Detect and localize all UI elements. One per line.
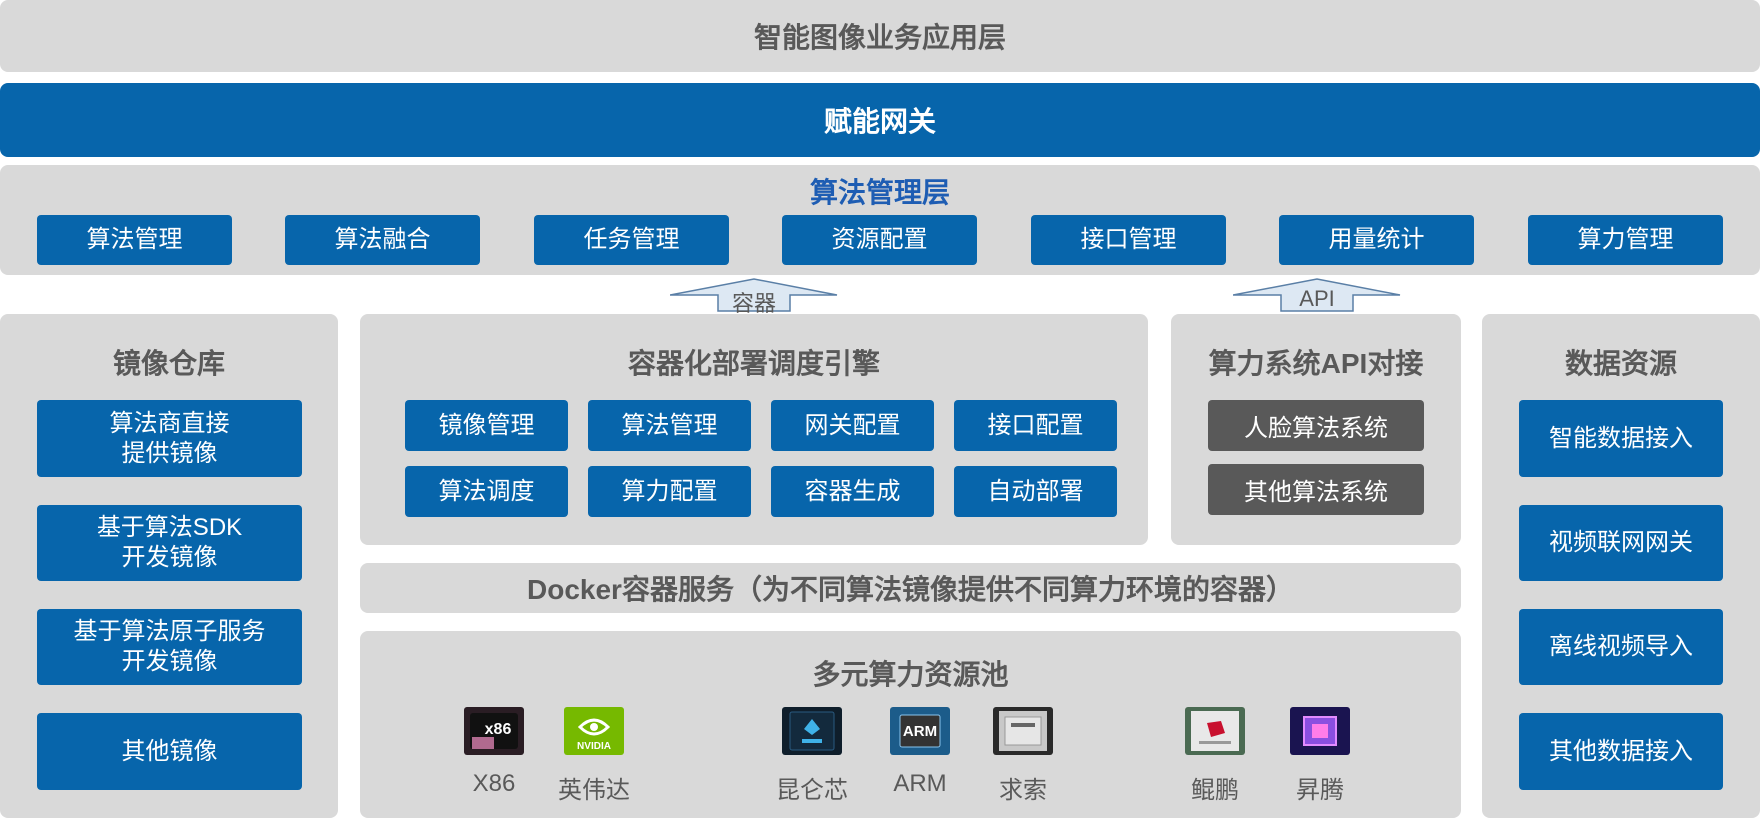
algo-layer-item: 任务管理 bbox=[534, 215, 729, 265]
kunlun-chip-icon bbox=[782, 707, 842, 755]
chip-label: 英伟达 bbox=[558, 777, 630, 804]
engine-item: 算力配置 bbox=[588, 466, 751, 517]
algo-layer-item: 算力管理 bbox=[1528, 215, 1723, 265]
image-repo-item: 基于算法SDK 开发镜像 bbox=[37, 505, 302, 581]
engine-item: 接口配置 bbox=[954, 400, 1117, 451]
data-resource-item: 智能数据接入 bbox=[1519, 400, 1723, 477]
algo-layer-item: 算法管理 bbox=[37, 215, 232, 265]
api-system-item: 其他算法系统 bbox=[1208, 464, 1424, 515]
qiusuo-chip-icon bbox=[993, 707, 1053, 755]
engine-item: 容器生成 bbox=[771, 466, 934, 517]
data-resources-title: 数据资源 bbox=[1564, 348, 1677, 379]
gateway-title: 赋能网关 bbox=[823, 106, 936, 137]
chip-label: 鲲鹏 bbox=[1191, 777, 1239, 804]
algo-layer-item: 接口管理 bbox=[1031, 215, 1226, 265]
chip-label: ARM bbox=[893, 770, 947, 797]
application-layer-panel: 智能图像业务应用层 bbox=[0, 0, 1760, 72]
api-system-item: 人脸算法系统 bbox=[1208, 400, 1424, 451]
algorithm-management-layer-title: 算法管理层 bbox=[809, 177, 950, 208]
algo-layer-item: 用量统计 bbox=[1279, 215, 1474, 265]
algo-layer-item: 资源配置 bbox=[782, 215, 977, 265]
chip-label: 昆仑芯 bbox=[776, 777, 848, 804]
application-layer-title: 智能图像业务应用层 bbox=[753, 22, 1006, 53]
data-resources-panel: 数据资源 智能数据接入 视频联网网关 离线视频导入 其他数据接入 bbox=[1482, 314, 1760, 818]
data-resource-item: 视频联网网关 bbox=[1519, 505, 1723, 581]
docker-service-title: Docker容器服务（为不同算法镜像提供不同算力环境的容器） bbox=[527, 574, 1294, 605]
docker-service-bar: Docker容器服务（为不同算法镜像提供不同算力环境的容器） bbox=[360, 563, 1461, 613]
x86-chip-icon: x86 bbox=[464, 707, 524, 755]
kunpeng-chip-icon bbox=[1185, 707, 1245, 755]
chip-label: 求索 bbox=[999, 777, 1047, 804]
arm-chip-icon: ARM bbox=[890, 707, 950, 755]
container-engine-panel: 容器化部署调度引擎 镜像管理 算法管理 网关配置 接口配置 算法调度 算力配置 … bbox=[360, 314, 1148, 545]
data-resource-item: 其他数据接入 bbox=[1519, 713, 1723, 790]
image-repo-item: 算法商直接 提供镜像 bbox=[37, 400, 302, 477]
compute-pool-title: 多元算力资源池 bbox=[812, 659, 1009, 690]
engine-item: 算法管理 bbox=[588, 400, 751, 451]
data-resource-item: 离线视频导入 bbox=[1519, 609, 1723, 685]
container-engine-title: 容器化部署调度引擎 bbox=[627, 348, 880, 379]
compute-api-title: 算力系统API对接 bbox=[1208, 348, 1424, 379]
algo-layer-item: 算法融合 bbox=[285, 215, 480, 265]
svg-text:NVIDIA: NVIDIA bbox=[577, 741, 611, 752]
engine-item: 网关配置 bbox=[771, 400, 934, 451]
engine-item: 算法调度 bbox=[405, 466, 568, 517]
svg-text:x86: x86 bbox=[485, 721, 512, 738]
ascend-chip-icon bbox=[1290, 707, 1350, 755]
compute-pool-panel: 多元算力资源池 x86 X86 NVIDIA 英伟达 昆仑芯 ARM ARM 求… bbox=[360, 631, 1461, 818]
chip-label: 昇腾 bbox=[1296, 777, 1344, 804]
compute-api-panel: 算力系统API对接 人脸算法系统 其他算法系统 bbox=[1171, 314, 1461, 545]
algorithm-management-layer-panel: 算法管理层 算法管理 算法融合 任务管理 资源配置 接口管理 用量统计 算力管理 bbox=[0, 165, 1760, 275]
api-up-arrow: API bbox=[1232, 278, 1401, 312]
engine-item: 自动部署 bbox=[954, 466, 1117, 517]
nvidia-logo-icon: NVIDIA bbox=[564, 707, 624, 755]
container-up-arrow: 容器 bbox=[669, 278, 838, 316]
image-repository-title: 镜像仓库 bbox=[112, 348, 225, 379]
image-repo-item: 基于算法原子服务 开发镜像 bbox=[37, 609, 302, 685]
engine-item: 镜像管理 bbox=[405, 400, 568, 451]
chip-label: X86 bbox=[472, 770, 516, 797]
image-repository-panel: 镜像仓库 算法商直接 提供镜像 基于算法SDK 开发镜像 基于算法原子服务 开发… bbox=[0, 314, 338, 818]
image-repo-item: 其他镜像 bbox=[37, 713, 302, 790]
gateway-bar: 赋能网关 bbox=[0, 83, 1760, 157]
svg-text:ARM: ARM bbox=[903, 723, 937, 740]
api-arrow-label: API bbox=[1299, 286, 1335, 311]
